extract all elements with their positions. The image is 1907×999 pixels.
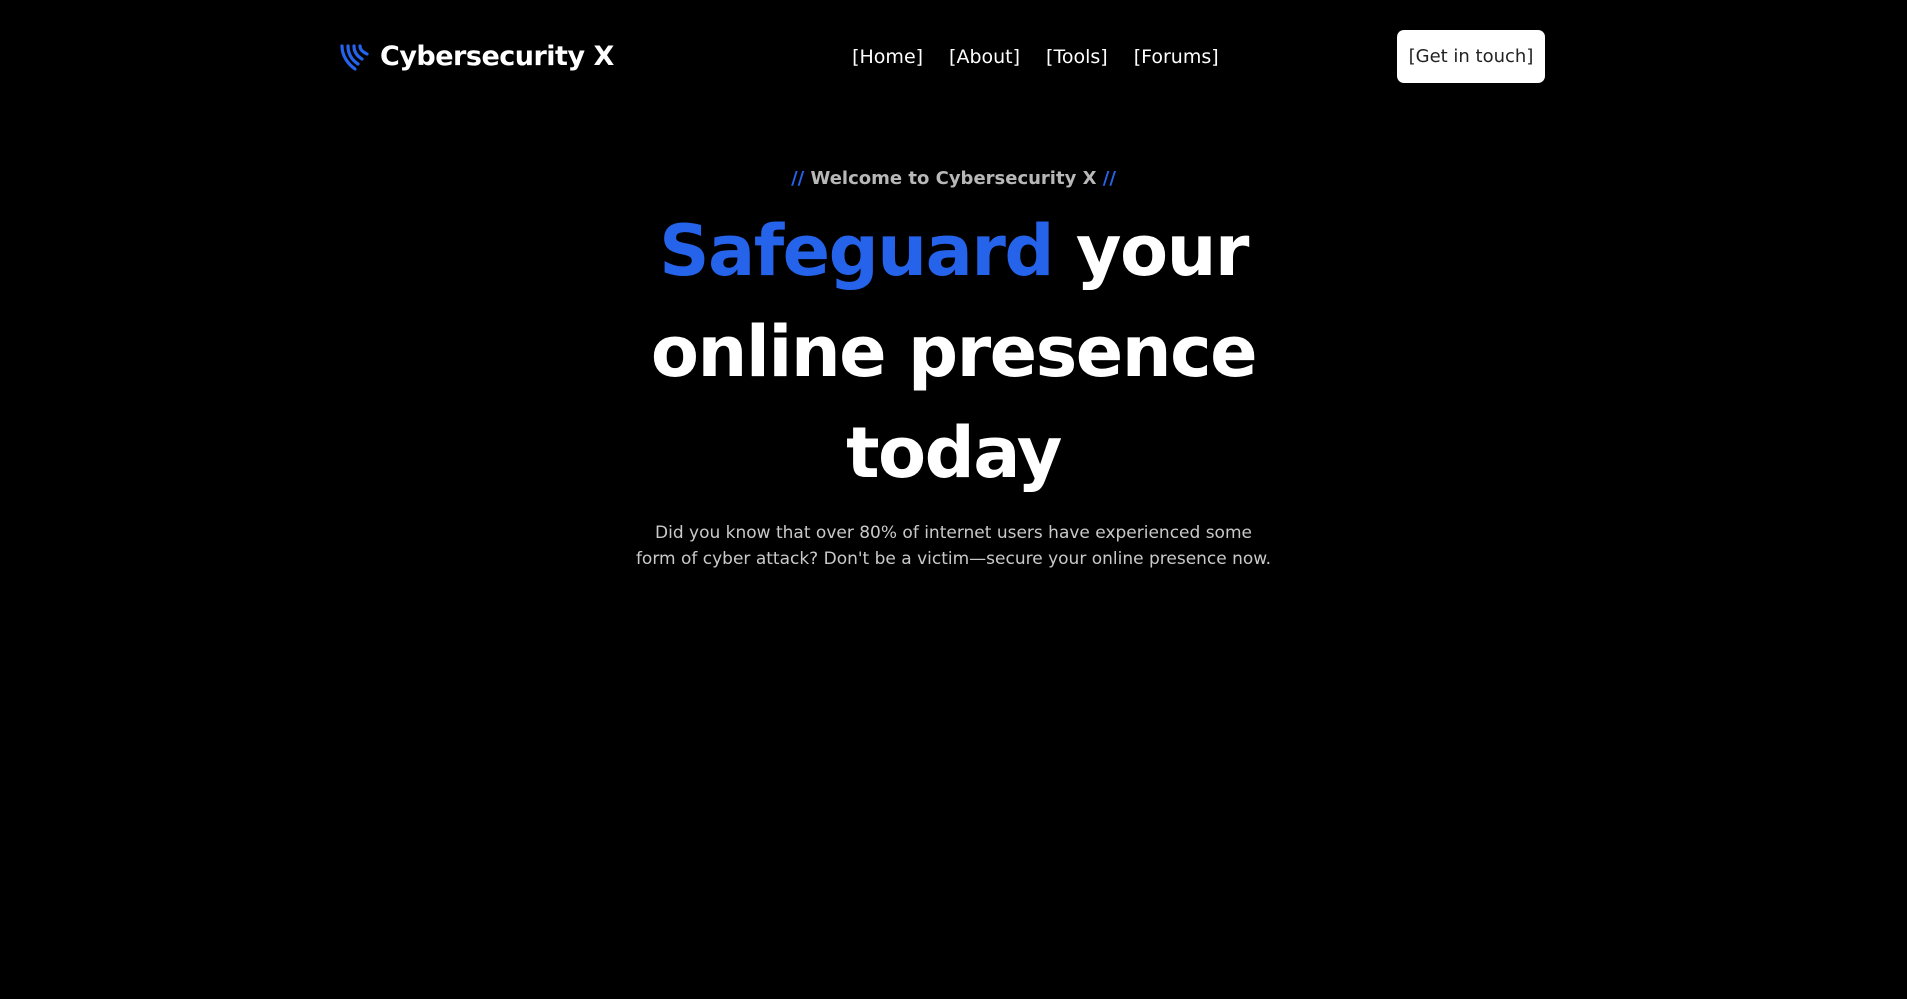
hero-section: // Welcome to Cybersecurity X // Safegua… [0,168,1907,572]
brand[interactable]: Cybersecurity X [340,41,614,72]
nav-link-home[interactable]: [Home] [852,46,923,68]
top-navbar: Cybersecurity X [Home] [About] [Tools] [… [340,30,1545,83]
headline-accent: Safeguard [659,210,1054,292]
nav-link-tools[interactable]: [Tools] [1046,46,1108,68]
eyebrow-text: Welcome to Cybersecurity X [810,168,1097,189]
page: Cybersecurity X [Home] [About] [Tools] [… [0,0,1907,999]
hero-eyebrow: // Welcome to Cybersecurity X // [0,168,1907,189]
nav-link-forums[interactable]: [Forums] [1134,46,1219,68]
main-nav: [Home] [About] [Tools] [Forums] [852,46,1219,68]
shield-waves-icon [340,42,370,72]
eyebrow-prefix: // [791,168,805,189]
brand-name: Cybersecurity X [380,41,614,72]
get-in-touch-button[interactable]: [Get in touch] [1396,30,1545,83]
eyebrow-suffix: // [1102,168,1116,189]
hero-headline: Safeguard your online presence today [544,201,1364,504]
nav-link-about[interactable]: [About] [949,46,1020,68]
hero-description: Did you know that over 80% of internet u… [635,523,1272,569]
